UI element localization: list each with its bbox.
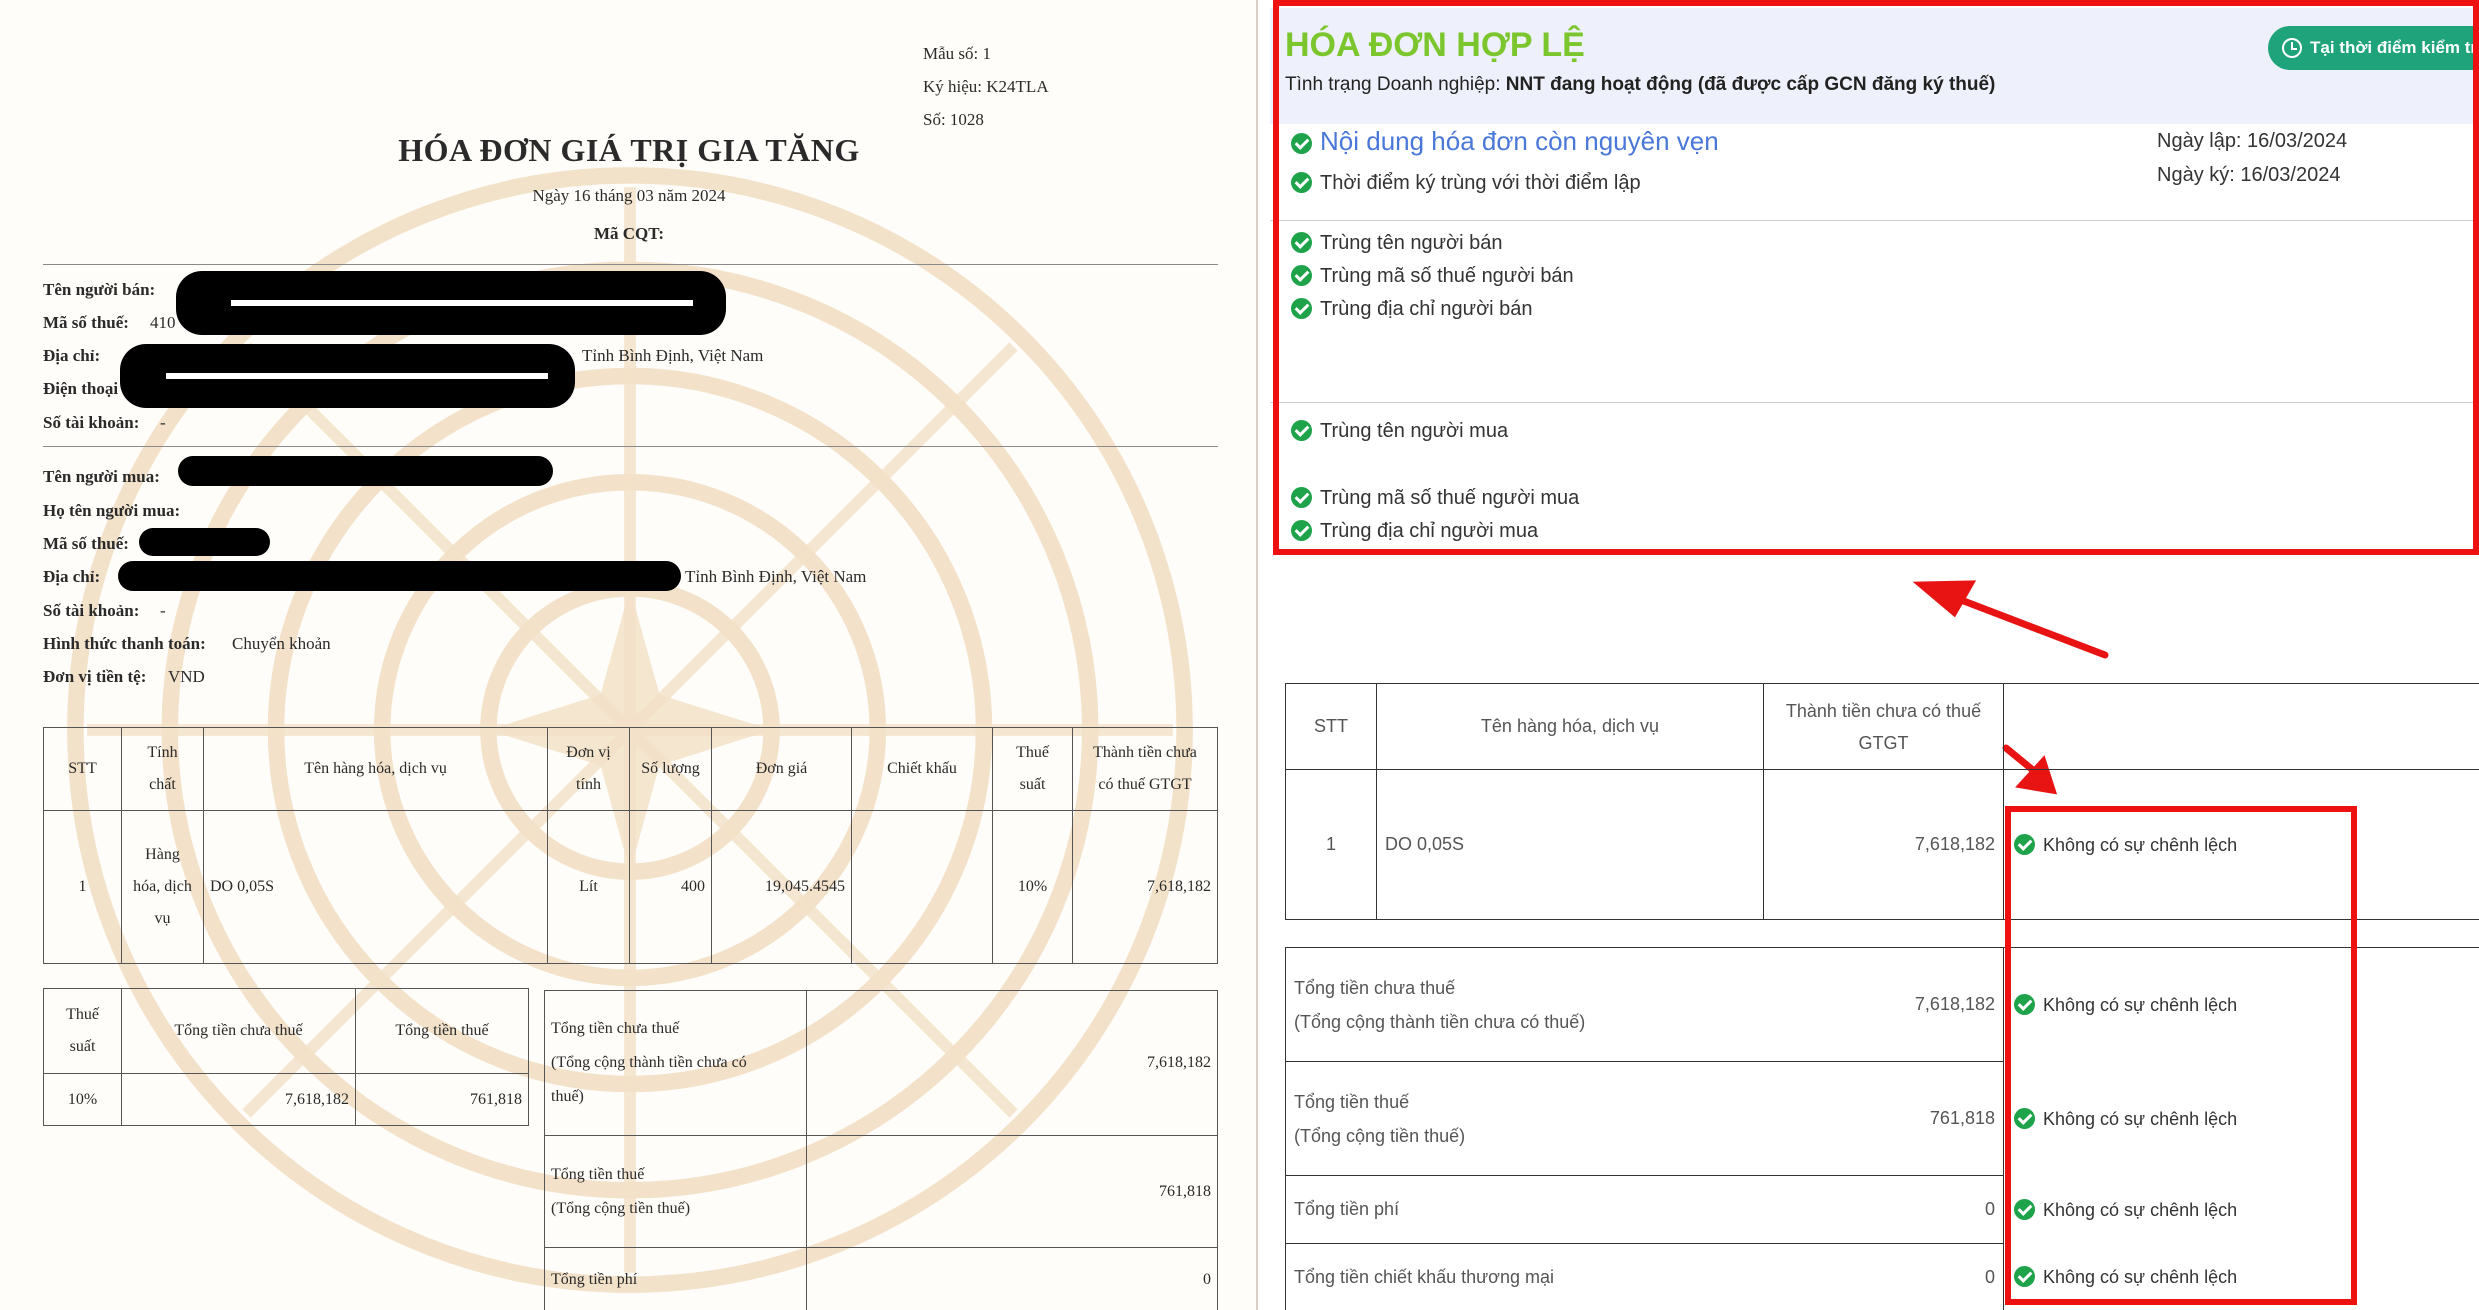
invoice-document: Mẫu số: 1 Ký hiệu: K24TLA Số: 1028 HÓA Đ…	[0, 0, 1258, 1310]
sum-tax-label: Tổng tiền thuế (Tổng cộng tiền thuế)	[1285, 1061, 1764, 1176]
highlight-box	[2005, 806, 2357, 1305]
currency-value: VND	[168, 667, 205, 686]
total-pretax-value: 7,618,182	[806, 990, 1218, 1136]
seller-tax-partial: 410	[150, 313, 176, 332]
col-header-stt: STT	[43, 727, 122, 811]
col-header-ten-hang: Tên hàng hóa, dịch vụ	[1376, 683, 1764, 770]
total-tax-value: 761,818	[806, 1135, 1218, 1248]
col-header-don-vi: Đơn vị tính	[547, 727, 630, 811]
item-unit-price: 19,045.4545	[711, 810, 852, 964]
item-stt: 1	[43, 810, 122, 964]
row-stt: 1	[1285, 769, 1377, 920]
sum-pretax-label: Tổng tiền chưa thuế (Tổng cộng thành tiền…	[1285, 947, 1764, 1062]
item-amount: 7,618,182	[1072, 810, 1218, 964]
row-name: DO 0,05S	[1376, 769, 1764, 920]
col-header-stt: STT	[1285, 683, 1377, 770]
item-tax-rate: 10%	[992, 810, 1073, 964]
col-header-ten-hang: Tên hàng hóa, dịch vụ	[203, 727, 548, 811]
item-discount	[851, 810, 993, 964]
item-unit: Lít	[547, 810, 630, 964]
tax-authority-code: Mã CQT:	[593, 224, 665, 243]
serial-symbol: Ký hiệu: K24TLA	[923, 77, 1049, 96]
redaction-mark	[178, 456, 553, 486]
total-fee-value: 0	[806, 1247, 1218, 1310]
highlight-box	[1273, 0, 2479, 555]
arrowhead	[1912, 580, 1977, 618]
row-value: 7,618,182	[1763, 769, 2004, 920]
redaction-mark	[139, 528, 270, 556]
col-header-thanh-tien: Thành tiền chưa có thuế GTGT	[1763, 683, 2004, 770]
seller-address-label: Địa chỉ:	[43, 346, 101, 365]
table-row: Tổng tiền thuế (Tổng cộng tiền thuế) 761,…	[544, 1135, 1218, 1248]
total-pretax-label: Tổng tiền chưa thuế (Tổng cộng thành tiền…	[544, 990, 807, 1136]
redaction-mark	[176, 271, 726, 335]
seller-phone-label: Điện thoại	[43, 379, 119, 398]
redaction-mark	[118, 561, 681, 591]
col-header-result	[2003, 683, 2479, 770]
totals-table: Tổng tiền chưa thuế (Tổng cộng thành tiền…	[544, 990, 1218, 1310]
seller-name-label: Tên người bán:	[43, 280, 156, 299]
tax-summary-table: Thuế suất Tổng tiền chưa thuế Tổng tiền t…	[43, 988, 529, 1126]
sum-fee-label: Tổng tiền phí	[1285, 1175, 1764, 1244]
sum-pretax-value: 7,618,182	[1763, 947, 2004, 1062]
sum-fee-value: 0	[1763, 1175, 2004, 1244]
col-header-so-luong: Số lượng	[629, 727, 712, 811]
col-header-thue-suat: Thuế suất	[43, 988, 122, 1074]
invoice-number: Số: 1028	[923, 110, 984, 129]
payment-method-label: Hình thức thanh toán:	[43, 634, 206, 653]
seller-tax-label: Mã số thuế:	[43, 313, 129, 332]
form-number: Mẫu số: 1	[923, 44, 991, 63]
buyer-tax-label: Mã số thuế:	[43, 534, 129, 553]
buyer-account-label: Số tài khoản:	[43, 601, 140, 620]
col-header-thue-suat: Thuế suất	[992, 727, 1073, 811]
sum-discount-value: 0	[1763, 1243, 2004, 1310]
seller-account-label: Số tài khoản:	[43, 413, 140, 432]
invoice-title: HÓA ĐƠN GIÁ TRỊ GIA TĂNG	[398, 132, 860, 168]
seller-address-tail: Tỉnh Bình Định, Việt Nam	[582, 346, 764, 365]
table-row: Tổng tiền chưa thuế (Tổng cộng thành tiền…	[544, 990, 1218, 1136]
summary-tax: 761,818	[355, 1073, 529, 1126]
total-tax-label: Tổng tiền thuế (Tổng cộng tiền thuế)	[544, 1135, 807, 1248]
col-header-tien-thue: Tổng tiền thuế	[355, 988, 529, 1074]
table-row: 1 Hàng hóa, dịch vụ DO 0,05S Lít 400 19,04…	[43, 810, 1218, 964]
buyer-address-tail: Tỉnh Bình Định, Việt Nam	[685, 567, 867, 586]
verification-panel: HÓA ĐƠN HỢP LỆ Tại thời điểm kiểm tra Tì…	[1270, 0, 2479, 1310]
summary-tax-rate: 10%	[43, 1073, 122, 1126]
buyer-name-label: Tên người mua:	[43, 467, 160, 486]
redaction-mark	[120, 344, 575, 408]
divider	[43, 264, 1218, 265]
invoice-date: Ngày 16 tháng 03 năm 2024	[532, 186, 726, 205]
arrow-to-status	[1931, 586, 2109, 659]
summary-pre-tax: 7,618,182	[121, 1073, 356, 1126]
table-row: 10% 7,618,182 761,818	[43, 1073, 529, 1126]
divider	[43, 446, 1218, 447]
col-header-chua-thue: Tổng tiền chưa thuế	[121, 988, 356, 1074]
col-header-tinh-chat: Tính chất	[121, 727, 204, 811]
currency-label: Đơn vị tiền tệ:	[43, 667, 147, 686]
col-header-thanh-tien: Thành tiền chưa có thuế GTGT	[1072, 727, 1218, 811]
item-tinh-chat: Hàng hóa, dịch vụ	[121, 810, 204, 964]
col-header-chiet-khau: Chiết khấu	[851, 727, 993, 811]
buyer-account-value: -	[160, 601, 166, 620]
buyer-address-label: Địa chỉ:	[43, 567, 101, 586]
item-name: DO 0,05S	[203, 810, 548, 964]
total-fee-label: Tổng tiền phí	[544, 1247, 807, 1310]
items-table: STT Tính chất Tên hàng hóa, dịch vụ Đơn v…	[43, 727, 1218, 964]
col-header-don-gia: Đơn giá	[711, 727, 852, 811]
item-quantity: 400	[629, 810, 712, 964]
table-row: Tổng tiền phí 0	[544, 1247, 1218, 1310]
buyer-fullname-label: Họ tên người mua:	[43, 501, 181, 520]
sum-tax-value: 761,818	[1763, 1061, 2004, 1176]
payment-method-value: Chuyển khoản	[232, 634, 331, 653]
sum-discount-label: Tổng tiền chiết khấu thương mại	[1285, 1243, 1764, 1310]
seller-account-value: -	[160, 413, 166, 432]
